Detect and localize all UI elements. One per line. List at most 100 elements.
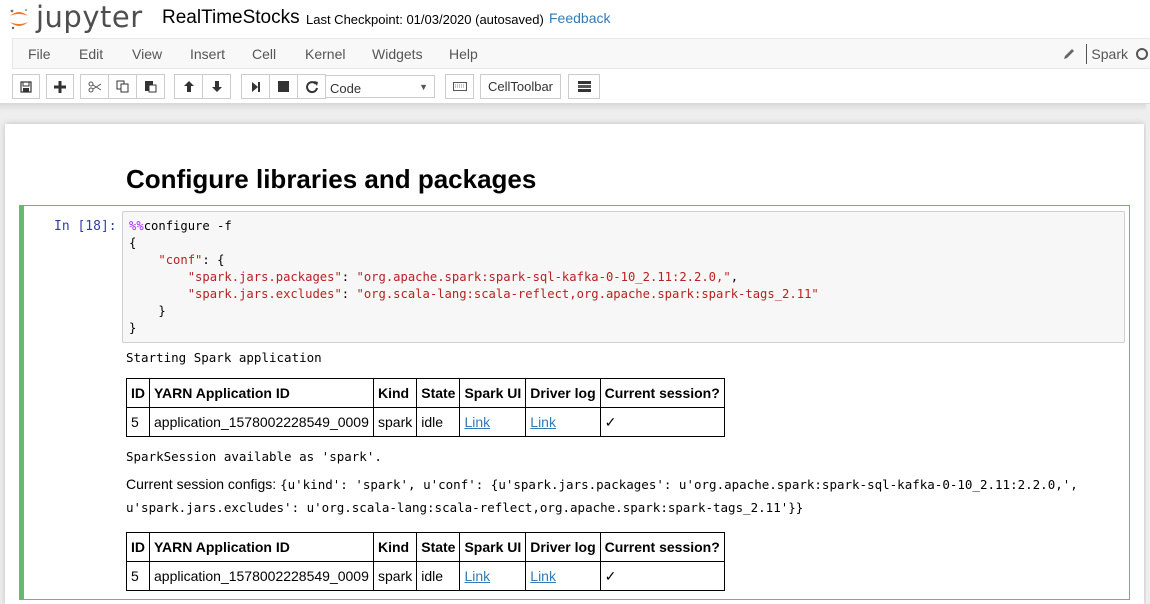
checkpoint-status: Last Checkpoint: 01/03/2020 (autosaved) [306,12,544,27]
jupyter-logo-icon [10,8,28,30]
kernel-name: Spark [1091,45,1128,62]
driver-log-link[interactable]: Link [530,414,556,430]
configs-line-2: u'spark.jars.excludes': u'org.scala-lang… [126,500,804,515]
command-palette-button[interactable] [445,74,474,99]
code-editor[interactable]: %%configure -f { "conf": { "spark.jars.p… [122,211,1125,343]
checkmark-icon: ✓ [599,407,725,437]
session-table: ID YARN Application ID Kind State Spark … [126,378,725,437]
table-header-row: ID YARN Application ID Kind State Spark … [126,378,725,408]
cut-button[interactable] [80,74,109,99]
plus-icon [54,80,66,93]
celltoolbar-button[interactable]: CellToolbar [480,74,561,99]
menu-help[interactable]: Help [449,46,478,62]
code-content: %%configure -f { "conf": { "spark.jars.p… [123,212,1124,337]
driver-log-link[interactable]: Link [530,568,556,584]
spark-ui-link[interactable]: Link [464,568,490,584]
col-spark-ui: Spark UI [459,532,527,562]
arrow-down-icon [211,81,222,92]
code-sep: : [341,287,357,301]
pencil-icon[interactable] [1062,47,1076,61]
col-state: State [416,378,461,408]
menubar: File Edit View Insert Cell Kernel Widget… [12,38,1150,69]
paste-icon [145,81,157,93]
floppy-disk-icon [20,80,32,93]
cell-type-value: Code [330,81,362,96]
code-sep: : [341,270,357,284]
stop-icon [278,81,289,92]
session-configs: Current session configs: {u'kind': 'spar… [126,473,1116,519]
copy-button[interactable] [108,74,137,99]
code-line-1: configure -f [143,219,232,233]
page-scrollbar[interactable] [1146,104,1150,604]
kernel-idle-icon [1136,47,1148,60]
save-button[interactable] [12,74,40,99]
session-available-text: SparkSession available as 'spark'. [126,449,382,464]
notebook-name[interactable]: RealTimeStocks [162,7,300,29]
session-table: ID YARN Application ID Kind State Spark … [126,532,725,591]
feedback-link[interactable]: Feedback [549,10,610,26]
cell-kind: spark [372,407,418,437]
cell-kind: spark [372,561,418,591]
col-yarn-id: YARN Application ID [149,378,374,408]
code-line-6: } [129,304,166,318]
insert-cell-button[interactable] [46,74,74,99]
configs-label: Current session configs: [126,476,281,492]
col-current-session: Current session? [599,532,725,562]
col-id: ID [126,378,150,408]
jupyter-logo[interactable]: jupyter [8,2,143,36]
arrow-up-icon [183,81,194,92]
col-current-session: Current session? [599,378,725,408]
menu-widgets[interactable]: Widgets [372,46,423,62]
table-header-row: ID YARN Application ID Kind State Spark … [126,532,725,562]
col-driver-log: Driver log [525,532,601,562]
scissors-icon [88,81,101,92]
menu-view[interactable]: View [132,46,162,62]
menu-insert[interactable]: Insert [190,46,225,62]
logo-text: jupyter [36,0,143,34]
col-spark-ui: Spark UI [459,378,527,408]
interrupt-button[interactable] [269,74,298,99]
cell-id: 5 [126,561,150,591]
col-yarn-id: YARN Application ID [149,532,374,562]
menu-file[interactable]: File [28,46,51,62]
restart-icon [305,80,318,93]
run-button[interactable] [241,74,270,99]
checkmark-icon: ✓ [599,561,725,591]
table-row: 5 application_1578002228549_0009 spark i… [126,407,725,437]
menu-cell[interactable]: Cell [252,46,276,62]
code-comma: , [730,270,739,284]
spark-ui-link[interactable]: Link [464,414,490,430]
code-line-7: } [129,321,137,335]
move-down-button[interactable] [202,74,231,99]
toggle-toolbar-button[interactable] [568,74,600,99]
copy-icon [116,80,129,93]
starting-spark-text: Starting Spark application [126,350,322,365]
paste-button[interactable] [136,74,165,99]
code-key-excludes: "spark.jars.excludes" [187,287,342,301]
markdown-heading: Configure libraries and packages [126,164,537,194]
restart-button[interactable] [297,74,326,99]
cell-id: 5 [126,407,150,437]
menu-kernel[interactable]: Kernel [305,46,345,62]
col-state: State [416,532,461,562]
col-id: ID [126,532,150,562]
menu-edit[interactable]: Edit [79,46,103,62]
cell-state: idle [416,561,461,591]
keyboard-icon [452,82,467,91]
move-up-button[interactable] [174,74,203,99]
code-key-packages: "spark.jars.packages" [187,270,342,284]
notebook-container: Configure libraries and packages In [18]… [5,124,1144,604]
cell-yarn-id: application_1578002228549_0009 [149,407,374,437]
cell-driver-log: Link [525,407,601,437]
cell-state: idle [416,407,461,437]
cell-type-select[interactable]: Code ▼ [325,75,435,98]
cell-driver-log: Link [525,561,601,591]
code-line-3-rest: : { [202,253,225,267]
cell-spark-ui: Link [459,407,527,437]
step-forward-icon [251,81,260,92]
header-shadow [0,103,1150,111]
cell-output: Starting Spark application ID YARN Appli… [126,348,1116,591]
code-cell[interactable]: In [18]: %%configure -f { "conf": { "spa… [19,205,1130,600]
